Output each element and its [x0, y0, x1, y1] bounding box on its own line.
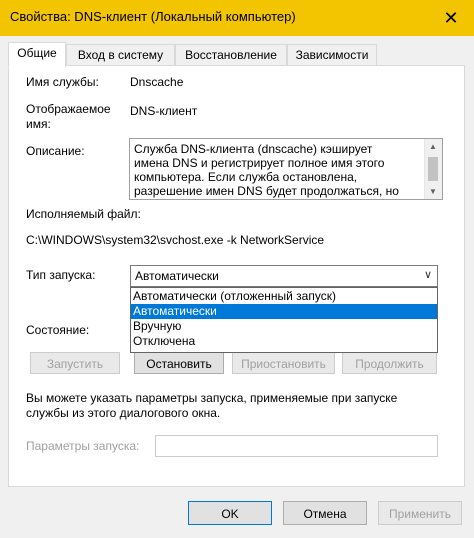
service-name-value: Dnscache: [130, 75, 184, 89]
startup-option-disabled[interactable]: Отключена: [131, 334, 437, 349]
service-name-label: Имя службы:: [26, 75, 99, 89]
startup-type-selected: Автоматически: [135, 269, 219, 283]
tab-dependencies[interactable]: Зависимости: [287, 44, 377, 66]
ok-button[interactable]: OK: [188, 501, 272, 525]
hint-text-line1: Вы можете указать параметры запуска, при…: [26, 391, 398, 405]
apply-button[interactable]: Применить: [378, 501, 462, 525]
tab-recovery[interactable]: Восстановление: [175, 44, 287, 66]
description-scrollbar[interactable]: ▲ ▼: [424, 139, 442, 199]
tab-general[interactable]: Общие: [8, 42, 66, 68]
scroll-down-icon[interactable]: ▼: [429, 187, 437, 196]
window-title: Свойства: DNS-клиент (Локальный компьюте…: [10, 9, 296, 24]
close-icon[interactable]: ✕: [428, 0, 474, 36]
tab-logon[interactable]: Вход в систему: [66, 44, 175, 66]
start-params-label: Параметры запуска:: [26, 439, 140, 453]
executable-label: Исполняемый файл:: [26, 207, 141, 221]
display-name-label-line2: имя:: [26, 117, 51, 131]
scroll-thumb[interactable]: [428, 157, 438, 181]
service-properties-dialog: Свойства: DNS-клиент (Локальный компьюте…: [0, 0, 474, 538]
general-tab-panel: Имя службы: Dnscache Отображаемое имя: D…: [8, 65, 465, 487]
startup-option-manual[interactable]: Вручную: [131, 319, 437, 334]
start-params-input[interactable]: [155, 435, 438, 457]
startup-type-select[interactable]: Автоматически ∨: [130, 265, 438, 287]
start-button[interactable]: Запустить: [30, 352, 120, 374]
title-bar[interactable]: Свойства: DNS-клиент (Локальный компьюте…: [0, 0, 474, 36]
pause-button[interactable]: Приостановить: [232, 352, 335, 374]
display-name-value: DNS-клиент: [130, 104, 198, 118]
startup-option-auto-delayed[interactable]: Автоматически (отложенный запуск): [131, 289, 437, 304]
scroll-up-icon[interactable]: ▲: [429, 142, 437, 151]
resume-button[interactable]: Продолжить: [342, 352, 437, 374]
description-text: Служба DNS-клиента (dnscache) кэширует и…: [134, 142, 399, 198]
startup-type-label: Тип запуска:: [26, 268, 96, 282]
cancel-button[interactable]: Отмена: [283, 501, 367, 525]
stop-button[interactable]: Остановить: [134, 352, 224, 374]
chevron-down-icon[interactable]: ∨: [424, 268, 432, 281]
hint-text-line2: службы из этого диалогового окна.: [26, 406, 221, 420]
startup-option-auto[interactable]: Автоматически: [131, 304, 437, 319]
description-label: Описание:: [26, 144, 85, 158]
executable-path: C:\WINDOWS\system32\svchost.exe -k Netwo…: [26, 233, 325, 247]
startup-type-dropdown: Автоматически (отложенный запуск) Автома…: [130, 287, 438, 353]
display-name-label-line1: Отображаемое: [26, 102, 111, 116]
description-box[interactable]: Служба DNS-клиента (dnscache) кэширует и…: [129, 138, 443, 200]
status-label: Состояние:: [26, 323, 90, 337]
